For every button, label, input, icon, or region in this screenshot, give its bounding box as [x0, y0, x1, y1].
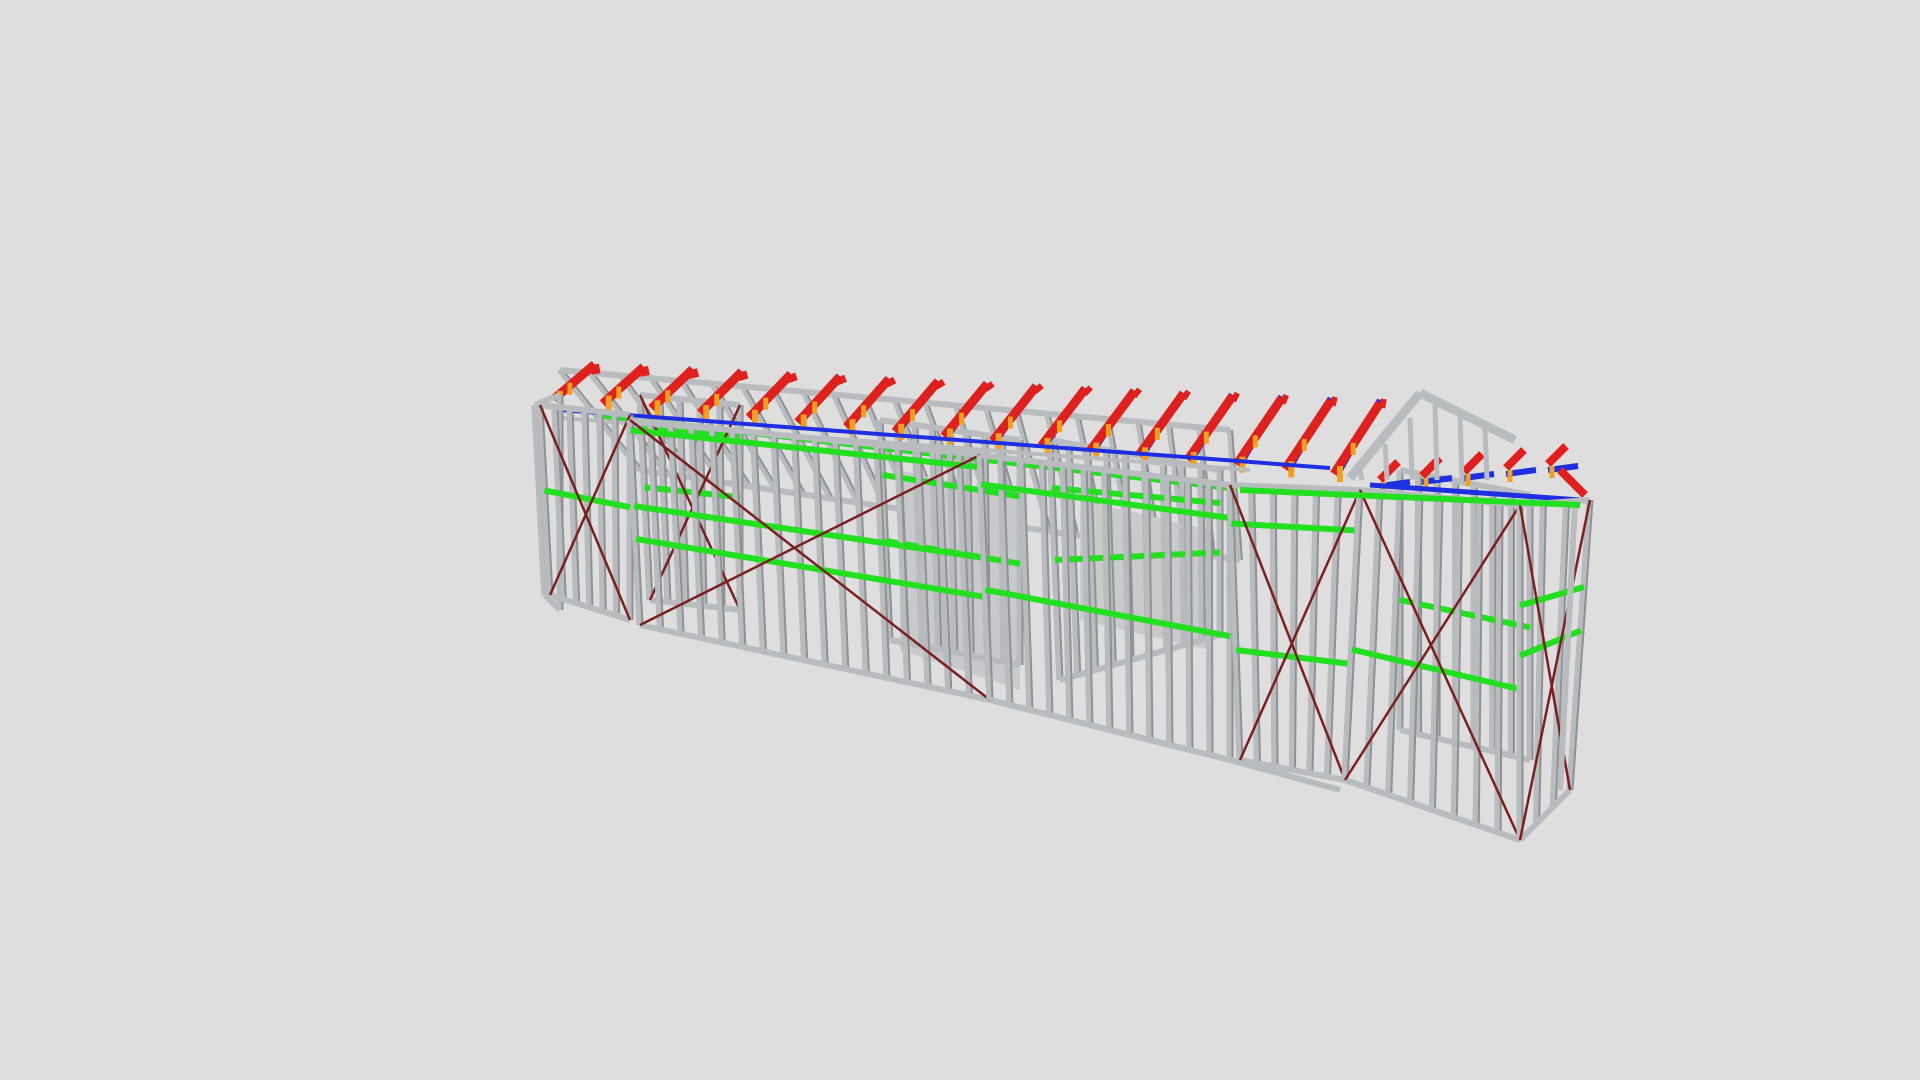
- frame-model-canvas[interactable]: [0, 0, 1920, 1080]
- truss-top-chord: [1181, 389, 1191, 401]
- truss-top-chord: [737, 370, 749, 381]
- left-end-wall-stud: [566, 408, 579, 604]
- internal-wall-a-bottom-plate: [649, 597, 741, 613]
- truss-top-chord: [983, 381, 995, 392]
- front-wall-section-2-stud: [1164, 477, 1172, 746]
- gable-stud: [1432, 404, 1440, 481]
- truss-top-chord: [1082, 385, 1093, 396]
- truss-top-chord: [1032, 383, 1044, 394]
- right-end-wall-stud: [1533, 503, 1545, 824]
- wing-truss-chord: [1545, 443, 1569, 467]
- truss-top-chord: [639, 366, 650, 377]
- internal-wall-c-bottom-plate: [1059, 632, 1221, 683]
- gable-wing-wall-stud: [1494, 503, 1502, 833]
- front-wall-section-2-stud: [1184, 479, 1192, 751]
- gable-stud: [1457, 416, 1465, 481]
- truss-top-chord: [688, 368, 700, 379]
- front-wall-section-2-stud: [1205, 482, 1212, 756]
- front-wall-section-2-stud: [1143, 474, 1152, 741]
- truss-top-chord: [590, 363, 601, 375]
- gable-stud: [1382, 443, 1390, 481]
- truss-top-chord: [1329, 396, 1338, 407]
- gable-stud: [1482, 428, 1490, 481]
- truss-top-chord: [835, 374, 848, 386]
- gable-wing-wall-stud: [1341, 489, 1362, 781]
- wing-truss-chord: [1503, 447, 1527, 471]
- truss-top-chord: [1131, 387, 1142, 399]
- truss-top-chord: [1281, 398, 1335, 472]
- 3d-viewport[interactable]: [0, 0, 1920, 1080]
- wing-truss-chord: [1557, 467, 1588, 498]
- truss-top-chord: [885, 376, 897, 388]
- truss-top-chord: [1232, 395, 1286, 468]
- left-end-wall-stud: [596, 411, 605, 612]
- gable-stud: [1407, 417, 1415, 481]
- gable-stud: [1357, 469, 1365, 481]
- truss-top-chord: [786, 372, 798, 384]
- truss-top-chord: [1280, 393, 1289, 405]
- truss-top-chord: [934, 379, 946, 390]
- truss-top-chord: [1379, 398, 1387, 409]
- wing-truss-chord: [1461, 451, 1485, 475]
- truss-top-chord: [1230, 391, 1240, 403]
